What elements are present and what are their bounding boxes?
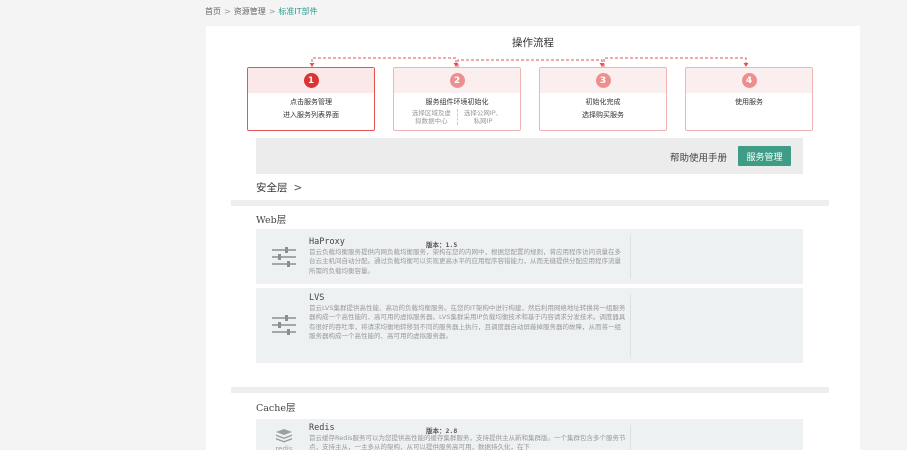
security-layer-header[interactable]: 安全层 > xyxy=(256,180,302,195)
breadcrumb-separator: > xyxy=(224,7,231,16)
step-number-badge: 2 xyxy=(449,73,465,88)
service-card-lvs[interactable]: LVS 首云LVS集群提供高性能、高功的负载均衡服务。在您的IT架构中进行构建，… xyxy=(256,288,803,363)
flow-step-4[interactable]: 4 使用服务 xyxy=(685,67,813,131)
step-header: 2 xyxy=(394,68,520,93)
service-management-button[interactable]: 服务管理 xyxy=(738,146,791,166)
step-header: 4 xyxy=(686,68,812,93)
step-label: 点击服务管理 xyxy=(290,98,332,106)
sliders-icon xyxy=(272,247,296,267)
web-layer-title: Web层 xyxy=(256,215,287,226)
flow-step-3[interactable]: 3 初始化完成 选择购买服务 xyxy=(539,67,667,131)
breadcrumb: 首页 > 资源管理 > 标准IT部件 xyxy=(205,6,318,17)
service-card-redis[interactable]: redis Redis 版本：2.8 首云缓存Redis服务可以为您提供高性能的… xyxy=(256,419,803,450)
service-name: LVS xyxy=(309,293,325,303)
step-option-ip: 选择公网IP、 私网IP xyxy=(463,109,503,125)
step-option-region: 选择区域及虚 拟数据中心 xyxy=(411,109,451,125)
step-sublabel: 进入服务列表界面 xyxy=(283,111,339,119)
svg-text:redis: redis xyxy=(275,445,292,450)
section-divider xyxy=(231,200,829,206)
content-panel: 操作流程 1 点击服务管理 进入服务列表界面 2 服务组件环境初始化 选择区域及… xyxy=(206,26,860,450)
security-layer-title: 安全层 xyxy=(256,182,288,194)
step-options: 选择区域及虚 拟数据中心 选择公网IP、 私网IP xyxy=(394,109,520,125)
help-bar: 帮助使用手册 服务管理 xyxy=(256,138,803,174)
chevron-right-icon[interactable]: > xyxy=(294,182,303,194)
service-name: Redis xyxy=(309,423,335,433)
flow-title: 操作流程 xyxy=(512,37,554,49)
flow-step-1[interactable]: 1 点击服务管理 进入服务列表界面 xyxy=(247,67,375,131)
service-description: 首云负载均衡服务提供内网负载均衡服务，架构在您的内网中，根据您配置的规则，将应用… xyxy=(309,248,621,275)
step-number-badge: 3 xyxy=(595,73,611,88)
sliders-icon xyxy=(272,315,296,335)
service-name: HaProxy xyxy=(309,237,345,247)
step-number-badge: 4 xyxy=(741,73,757,88)
step-sublabel: 选择购买服务 xyxy=(582,111,624,119)
card-divider xyxy=(630,294,631,357)
redis-icon: redis xyxy=(275,429,293,450)
service-description: 首云缓存Redis服务可以为您提供高性能的缓存集群服务，支持提供主从新和集群版。… xyxy=(309,434,626,450)
section-divider xyxy=(231,387,829,393)
service-card-haproxy[interactable]: HaProxy 版本：1.5 首云负载均衡服务提供内网负载均衡服务，架构在您的内… xyxy=(256,229,803,284)
step-header: 1 xyxy=(248,68,374,93)
step-option-divider xyxy=(456,109,458,125)
step-label: 初始化完成 xyxy=(585,98,621,106)
step-label: 使用服务 xyxy=(735,98,763,106)
breadcrumb-home[interactable]: 首页 xyxy=(205,7,221,16)
breadcrumb-separator: > xyxy=(268,7,276,16)
breadcrumb-resources[interactable]: 资源管理 xyxy=(234,7,266,16)
step-number-badge: 1 xyxy=(303,73,319,88)
cache-layer-title: Cache层 xyxy=(256,403,296,414)
card-divider xyxy=(630,425,631,450)
service-description: 首云LVS集群提供高性能、高功的负载均衡服务。在您的IT架构中进行构建，然后利用… xyxy=(309,304,626,340)
step-label: 服务组件环境初始化 xyxy=(425,98,489,106)
flow-step-2[interactable]: 2 服务组件环境初始化 选择区域及虚 拟数据中心 选择公网IP、 私网IP xyxy=(393,67,521,131)
breadcrumb-current: 标准IT部件 xyxy=(278,7,318,16)
card-divider xyxy=(630,235,631,278)
step-header: 3 xyxy=(540,68,666,93)
help-manual-link[interactable]: 帮助使用手册 xyxy=(670,150,727,164)
